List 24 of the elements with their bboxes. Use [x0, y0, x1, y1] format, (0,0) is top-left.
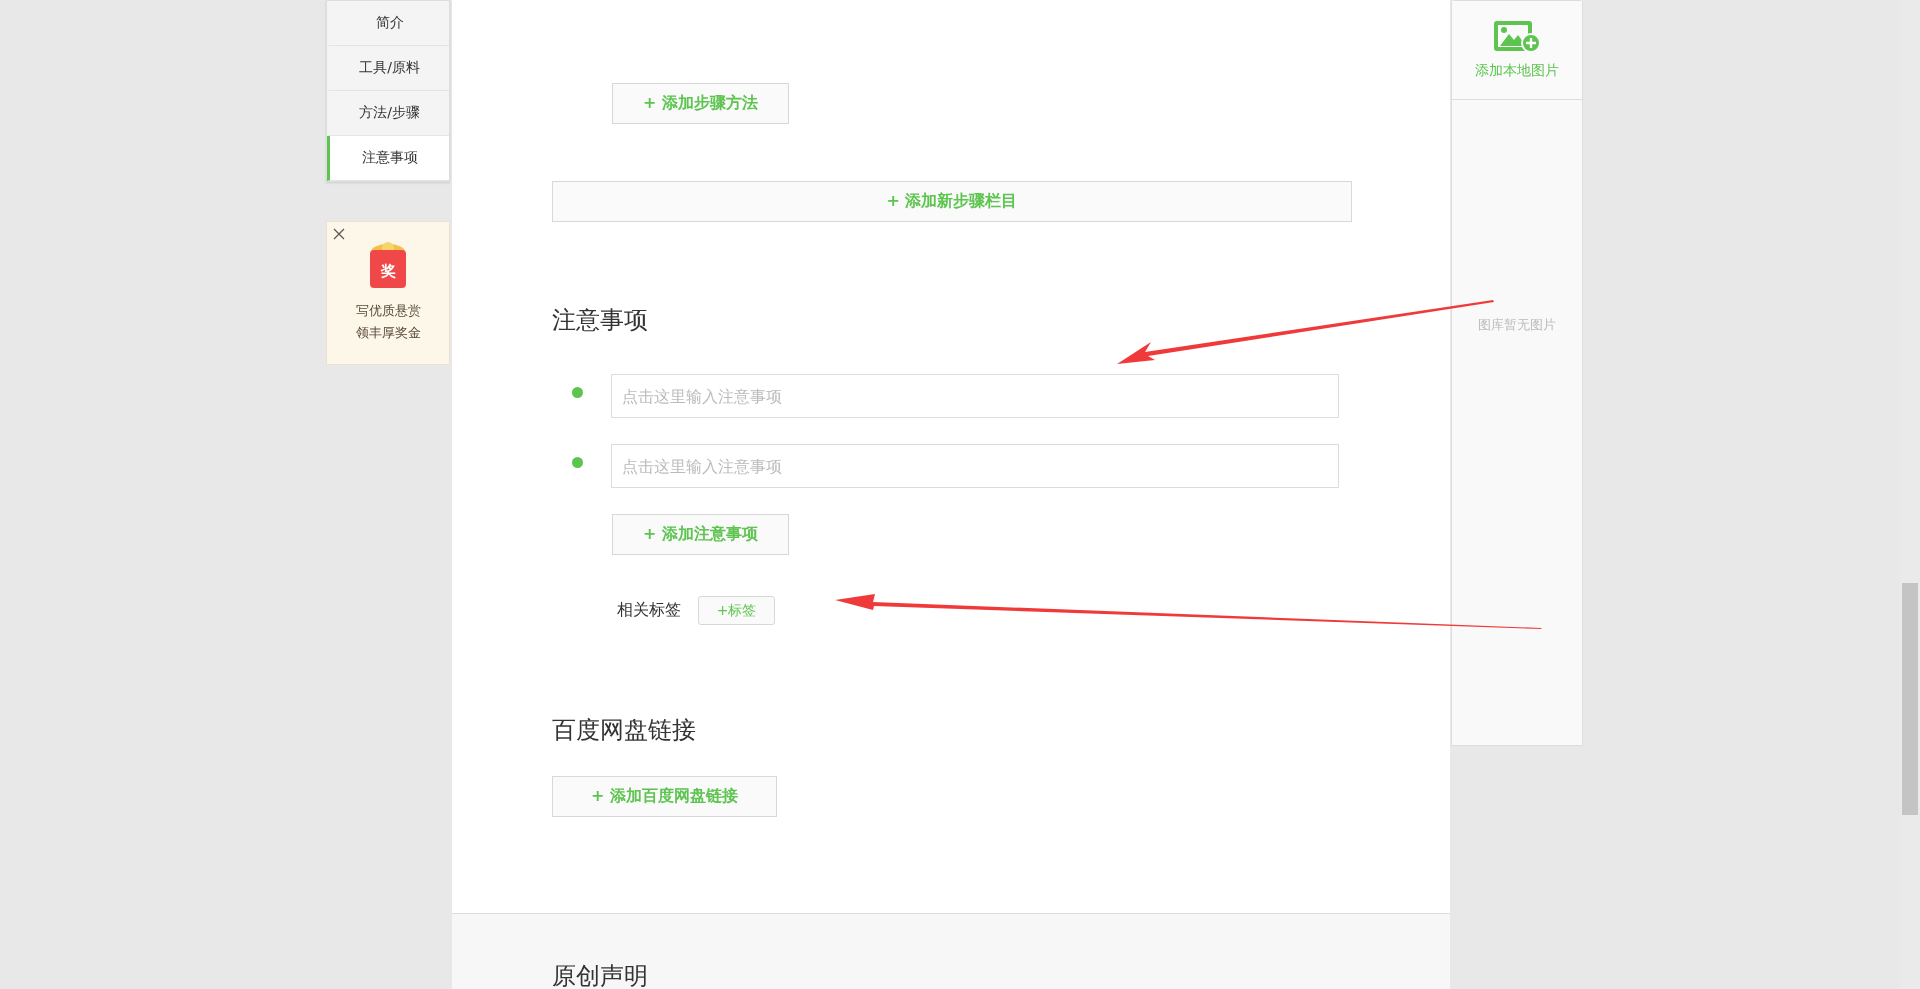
add-tag-button[interactable]: +标签 [698, 596, 775, 625]
image-add-icon [1493, 20, 1541, 52]
section-title: 百度网盘链接 [552, 715, 696, 746]
note-input[interactable]: 点击这里输入注意事项 [611, 374, 1339, 418]
prize-label: 奖 [379, 262, 397, 280]
nav-item[interactable]: 工具/原料 [327, 46, 449, 91]
bullet-dot [572, 456, 583, 468]
bullet-dot [572, 386, 583, 398]
add-section-button[interactable]: + 添加新步骤栏目 [552, 181, 1352, 222]
section-title: 原创声明 [552, 961, 649, 989]
tags-label: 相关标签 [617, 600, 681, 621]
close-icon[interactable] [333, 228, 345, 240]
empty-gallery-text: 图库暂无图片 [1478, 316, 1556, 334]
add-image-button[interactable]: 添加本地图片 [1452, 1, 1582, 100]
note-input[interactable]: 点击这里输入注意事项 [611, 444, 1339, 488]
nav-item[interactable]: 简介 [327, 1, 449, 46]
add-link-button[interactable]: + 添加百度网盘链接 [552, 776, 777, 817]
promo-text: 写优质悬赏 [355, 302, 421, 320]
nav-item[interactable]: 注意事项 [327, 136, 449, 181]
promo-text: 领丰厚奖金 [355, 324, 421, 342]
envelope-icon [370, 242, 406, 288]
add-note-button[interactable]: + 添加注意事项 [612, 514, 789, 555]
section-title: 注意事项 [552, 305, 648, 336]
add-step-button[interactable]: + 添加步骤方法 [612, 83, 789, 124]
